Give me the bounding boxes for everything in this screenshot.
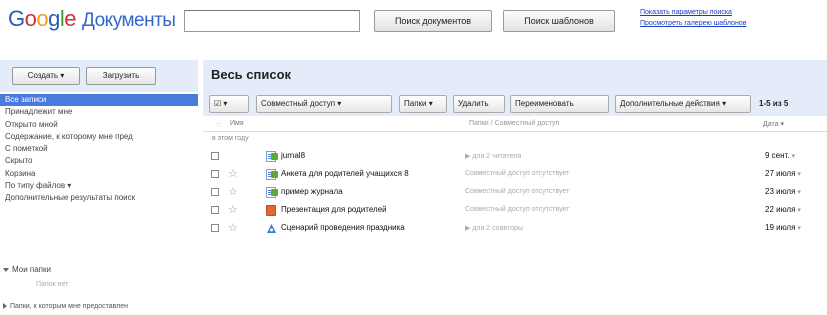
main-header: Весь список xyxy=(203,60,827,92)
star-icon[interactable]: ☆ xyxy=(228,185,238,198)
search-input[interactable] xyxy=(184,10,360,32)
star-icon[interactable]: ☆ xyxy=(228,203,238,216)
doc-date: 9 сент. ▾ xyxy=(765,151,796,160)
sidebar-item-trash[interactable]: Корзина xyxy=(0,168,198,180)
more-actions-button[interactable]: Дополнительные действия ▾ xyxy=(615,95,751,113)
drawing-icon xyxy=(266,223,276,234)
row-checkbox[interactable] xyxy=(211,152,219,160)
product-name: Документы xyxy=(82,10,176,31)
select-checkbox-menu[interactable]: ☑ ▾ xyxy=(209,95,249,113)
doc-name-link[interactable]: пример журнала xyxy=(281,187,443,196)
sidebar-nav: Все записи Принадлежит мне Открыто мной … xyxy=(0,94,198,205)
group-label: в этом году xyxy=(212,135,249,142)
upload-button[interactable]: Загрузить xyxy=(86,67,156,85)
shared-folders-header[interactable]: Папки, к которым мне предоставлен xyxy=(3,303,128,310)
spreadsheet-icon xyxy=(266,187,278,198)
column-folders-sharing[interactable]: Папки / Совместный доступ xyxy=(469,120,559,127)
sharing-status: Совместный доступ отсутствует xyxy=(465,206,570,213)
doc-name-link[interactable]: Анкета для родителей учащихся 8 xyxy=(281,169,443,178)
presentation-icon xyxy=(266,205,276,216)
sharing-status: Совместный доступ отсутствует xyxy=(465,188,570,195)
table-row[interactable]: jurnal8 ▶ для 2 читателя 9 сент. ▾ xyxy=(203,148,827,165)
spreadsheet-icon xyxy=(266,151,278,162)
sidebar-item-shared-with-me[interactable]: Содержание, к которому мне пред xyxy=(0,131,198,143)
column-date[interactable]: Дата ▾ xyxy=(763,120,784,128)
table-row[interactable]: ☆ Презентация для родителей Совместный д… xyxy=(203,202,827,219)
row-checkbox[interactable] xyxy=(211,170,219,178)
doc-name-link[interactable]: Сценарий проведения праздника xyxy=(281,223,443,232)
table-row[interactable]: ☆ Сценарий проведения праздника ▶ для 2 … xyxy=(203,220,827,237)
star-icon[interactable]: ☆ xyxy=(228,221,238,234)
sidebar-actions: Создать ▾ Загрузить xyxy=(0,60,198,92)
rename-button[interactable]: Переименовать xyxy=(510,95,609,113)
row-checkbox[interactable] xyxy=(211,188,219,196)
page-title: Весь список xyxy=(211,67,292,82)
search-documents-button[interactable]: Поиск документов xyxy=(374,10,492,32)
star-icon[interactable]: ☆ xyxy=(228,167,238,180)
star-column-icon: ☆ xyxy=(215,119,224,129)
search-templates-button[interactable]: Поиск шаблонов xyxy=(503,10,615,32)
spreadsheet-icon xyxy=(266,169,278,180)
sharing-status: ▶ для 2 соавторы xyxy=(465,225,523,232)
sidebar-item-by-type[interactable]: По типу файлов ▾ xyxy=(0,180,198,192)
show-search-options-link[interactable]: Показать параметры поиска xyxy=(640,9,732,16)
column-headers: ☆ Имя Папки / Совместный доступ Дата ▾ xyxy=(203,118,827,132)
doc-name-link[interactable]: Презентация для родителей xyxy=(281,205,443,214)
sidebar-item-all[interactable]: Все записи xyxy=(0,94,198,107)
row-checkbox[interactable] xyxy=(211,224,219,232)
sidebar-item-owned[interactable]: Принадлежит мне xyxy=(0,106,198,118)
doc-date: 19 июля ▾ xyxy=(765,223,801,232)
browse-templates-link[interactable]: Просмотреть галерею шаблонов xyxy=(640,20,746,27)
sharing-status: ▶ для 2 читателя xyxy=(465,153,522,160)
google-docs-logo[interactable]: Google Документы xyxy=(8,6,176,32)
expand-triangle-icon xyxy=(3,267,9,272)
no-folders-text: Папок нет xyxy=(36,281,69,288)
column-name[interactable]: Имя xyxy=(230,120,244,127)
delete-button[interactable]: Удалить xyxy=(453,95,505,113)
sidebar-item-hidden[interactable]: Скрыто xyxy=(0,155,198,167)
sidebar-item-more-results[interactable]: Дополнительные результаты поиск xyxy=(0,192,198,204)
sharing-status: Совместный доступ отсутствует xyxy=(465,170,570,177)
doc-date: 23 июля ▾ xyxy=(765,187,801,196)
row-checkbox[interactable] xyxy=(211,206,219,214)
doc-date: 22 июля ▾ xyxy=(765,205,801,214)
table-row[interactable]: ☆ Анкета для родителей учащихся 8 Совмес… xyxy=(203,166,827,183)
share-button[interactable]: Совместный доступ ▾ xyxy=(256,95,392,113)
pagination-text: 1-5 из 5 xyxy=(759,99,789,108)
table-row[interactable]: ☆ пример журнала Совместный доступ отсут… xyxy=(203,184,827,201)
create-button[interactable]: Создать ▾ xyxy=(12,67,80,85)
toolbar: ☑ ▾ Совместный доступ ▾ Папки ▾ Удалить … xyxy=(203,92,827,116)
doc-date: 27 июля ▾ xyxy=(765,169,801,178)
sidebar-item-opened[interactable]: Открыто мной xyxy=(0,119,198,131)
folders-button[interactable]: Папки ▾ xyxy=(399,95,447,113)
doc-name-link[interactable]: jurnal8 xyxy=(281,151,443,160)
my-folders-header[interactable]: Мои папки xyxy=(3,265,51,274)
collapse-triangle-icon xyxy=(3,303,7,310)
sidebar-item-starred[interactable]: С пометкой xyxy=(0,143,198,155)
